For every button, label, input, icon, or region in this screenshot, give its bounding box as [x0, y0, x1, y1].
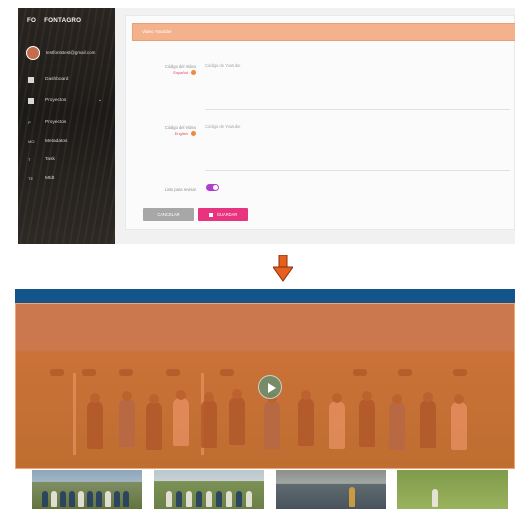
hero-video[interactable] — [15, 303, 515, 469]
thumb-person — [87, 491, 93, 507]
grid-icon — [28, 77, 34, 83]
brand-name: FONTAGRO — [44, 17, 82, 24]
cancel-button-label: CANCELAR — [157, 212, 180, 217]
thumb-person — [51, 491, 57, 507]
play-icon[interactable] — [258, 375, 282, 399]
brand: FO FONTAGRO — [27, 17, 81, 24]
header-band — [15, 289, 515, 303]
subitem-label: Metadatos — [45, 139, 68, 144]
subitem-label: Task — [45, 157, 55, 162]
brand-abbr: FO — [27, 17, 37, 24]
thumb-person — [186, 491, 192, 507]
field-sublabel-text: Español — [173, 70, 188, 75]
media-section — [15, 289, 515, 510]
thumb-person — [236, 491, 242, 507]
thumbnail-row — [15, 469, 515, 510]
youtube-code-english-input[interactable]: Código de Youtube — [205, 122, 510, 171]
thumb-person — [246, 491, 252, 507]
subitem-abbr: T — [28, 157, 31, 162]
subitem-abbr: MO — [28, 139, 35, 144]
chevron-down-icon: ⌄ — [97, 97, 102, 103]
thumb-person — [176, 491, 182, 507]
field-label: Código del Video English — [138, 125, 196, 137]
ready-review-toggle[interactable] — [206, 184, 219, 191]
folder-icon — [28, 98, 34, 104]
thumb-person — [216, 491, 222, 507]
sidebar-subitem-proyectos[interactable]: P Proyectos — [28, 119, 110, 129]
thumb-person — [78, 491, 84, 507]
sidebar-subitem-task[interactable]: T Task — [28, 156, 110, 166]
ready-review-label: Listo para revisar — [164, 187, 196, 192]
subitem-label: Proyectos — [45, 120, 67, 125]
thumbnail-3[interactable] — [275, 469, 387, 510]
thumbnail-2[interactable] — [153, 469, 265, 510]
arrow-down-icon — [273, 255, 293, 282]
field-label: Código del Video Español — [138, 64, 196, 76]
admin-screenshot: FO FONTAGRO testfontstest@gmail.com Dash… — [18, 8, 515, 244]
info-badge-icon — [191, 70, 196, 76]
main-panel: Video Youtube Código del Video Español C… — [115, 8, 515, 244]
thumb-person — [349, 487, 355, 507]
thumb-person — [166, 491, 172, 507]
thumb-person — [42, 491, 48, 507]
save-icon — [208, 212, 213, 217]
youtube-code-spanish-input[interactable]: Código de Youtube — [205, 61, 510, 110]
thumb-person — [226, 491, 232, 507]
thumb-person — [123, 491, 129, 507]
field-sublabel: Español — [138, 70, 196, 76]
sidebar-item-projects[interactable]: Proyectos ⌄ — [28, 97, 110, 107]
thumb-person — [60, 491, 66, 507]
avatar[interactable] — [26, 46, 40, 60]
field-sublabel: English — [138, 131, 196, 137]
sidebar-subitem-mtdt[interactable]: TE Mtdt — [28, 175, 110, 185]
save-button[interactable]: GUARDAR — [198, 208, 248, 221]
thumb-person — [96, 491, 102, 507]
user-profile[interactable]: testfontstest@gmail.com — [26, 46, 112, 61]
thumb-person — [114, 491, 120, 507]
thumb-person — [432, 489, 438, 507]
sidebar-subitem-metadatos[interactable]: MO Metadatos — [28, 138, 110, 148]
user-email: testfontstest@gmail.com — [46, 50, 96, 55]
sidebar-item-label: Proyectos — [45, 98, 67, 103]
subitem-abbr: P — [28, 120, 31, 125]
sidebar-item-label: Dashboard — [45, 77, 69, 82]
info-badge-icon — [191, 131, 196, 137]
thumbnail-1[interactable] — [31, 469, 143, 510]
form-card: Video Youtube Código del Video Español C… — [125, 15, 515, 230]
thumb-person — [196, 491, 202, 507]
video-title-input[interactable]: Video Youtube — [132, 23, 515, 41]
subitem-abbr: TE — [28, 176, 34, 181]
cancel-button[interactable]: CANCELAR — [143, 208, 194, 221]
field-sublabel-text: English — [174, 131, 188, 136]
thumbnail-4[interactable] — [396, 469, 509, 510]
thumb-person — [69, 491, 75, 507]
subitem-label: Mtdt — [45, 176, 55, 181]
thumb-person — [206, 491, 212, 507]
save-button-label: GUARDAR — [216, 212, 238, 217]
sidebar-item-dashboard[interactable]: Dashboard — [28, 76, 110, 86]
thumb-person — [105, 491, 111, 507]
sidebar: FO FONTAGRO testfontstest@gmail.com Dash… — [18, 8, 115, 244]
